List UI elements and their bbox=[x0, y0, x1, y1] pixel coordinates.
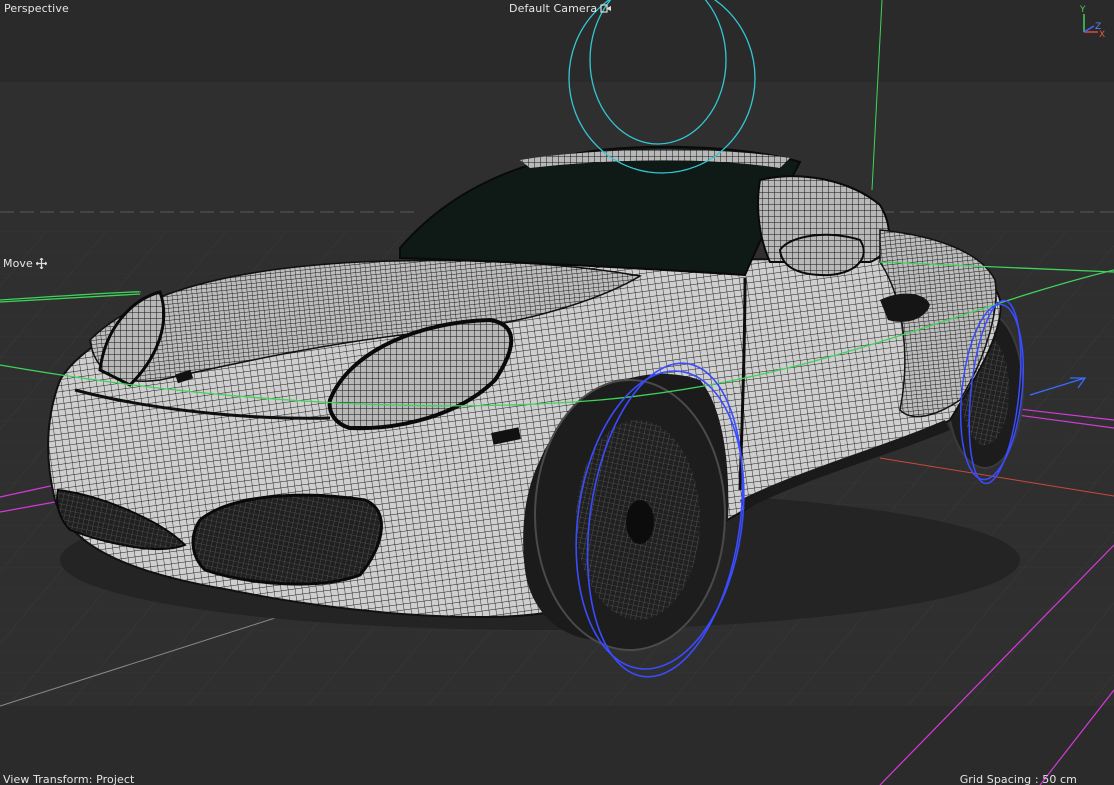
grid-spacing-label: Grid Spacing : 50 cm bbox=[959, 773, 1077, 785]
front-wheel[interactable] bbox=[534, 379, 726, 651]
view-transform-label: View Transform: Project bbox=[3, 773, 135, 785]
side-mirror[interactable] bbox=[778, 233, 865, 277]
bottom-band bbox=[0, 706, 1114, 785]
camera-link-icon[interactable] bbox=[600, 3, 612, 15]
axis-orientation-gizmo: Y Z X bbox=[1078, 4, 1106, 40]
camera-menu[interactable]: Default Camera bbox=[509, 2, 612, 15]
3d-viewport[interactable]: Perspective Default Camera Move Y Z X Vi… bbox=[0, 0, 1114, 785]
move-cross-icon bbox=[35, 257, 48, 270]
viewport-scene[interactable] bbox=[0, 0, 1114, 785]
gizmo-y-label: Y bbox=[1079, 5, 1086, 15]
right-front-intake[interactable] bbox=[191, 493, 383, 586]
view-name-label[interactable]: Perspective bbox=[4, 2, 69, 15]
camera-name-label: Default Camera bbox=[509, 2, 598, 15]
active-tool-label: Move bbox=[3, 257, 33, 270]
active-tool-indicator: Move bbox=[3, 257, 48, 270]
gizmo-x-label: X bbox=[1099, 30, 1105, 38]
